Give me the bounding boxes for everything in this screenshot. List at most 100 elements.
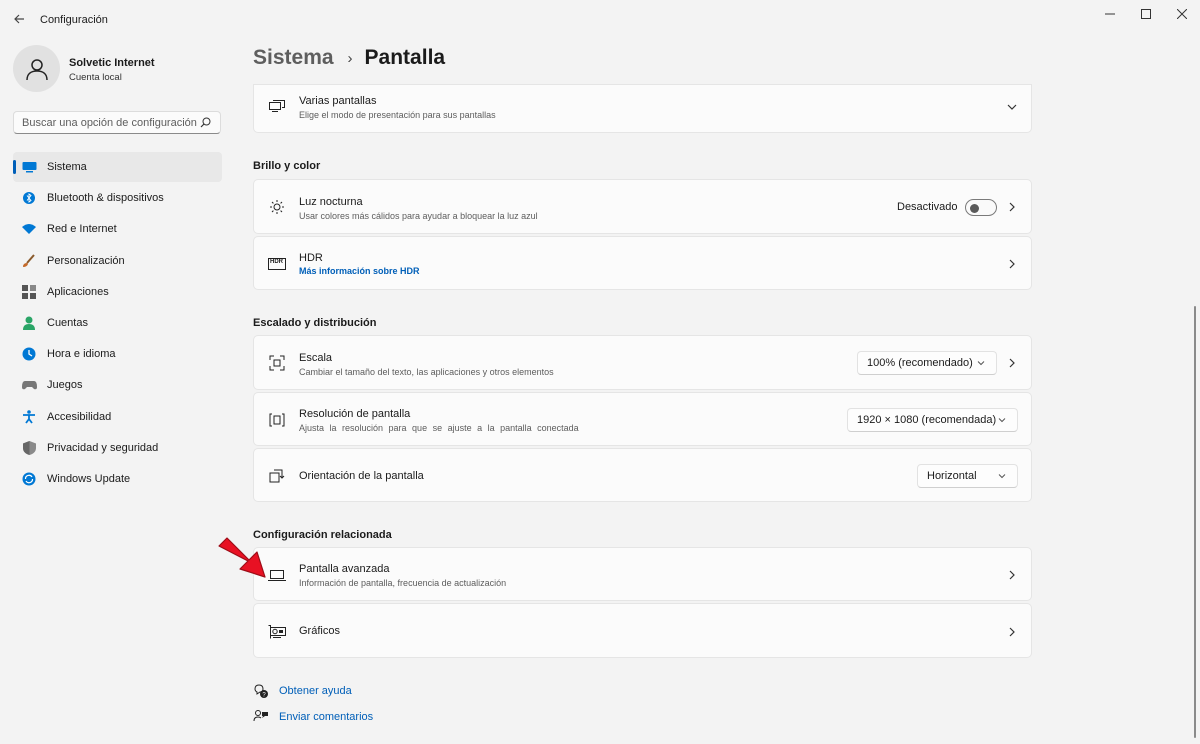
sidebar-item-personalizacion[interactable]: Personalización [13, 246, 222, 276]
card-title: Luz nocturna [299, 196, 363, 208]
card-description: Ajusta la resolución para que se ajuste … [299, 423, 579, 433]
chevron-right-icon[interactable] [1005, 257, 1019, 271]
brightness-icon [268, 198, 286, 216]
maximize-icon [1141, 9, 1151, 19]
globe-icon [21, 346, 37, 362]
chevron-down-icon [977, 361, 985, 366]
orientation-dropdown[interactable]: Horizontal [917, 464, 1018, 488]
card-description: Elige el modo de presentación para sus p… [299, 110, 496, 120]
graphics-card-icon [268, 623, 286, 641]
sidebar-item-windows-update[interactable]: Windows Update [13, 464, 222, 494]
card-title: Orientación de la pantalla [299, 470, 424, 482]
user-name: Solvetic Internet [69, 57, 155, 69]
close-button[interactable] [1162, 4, 1200, 24]
sidebar-item-accesibilidad[interactable]: Accesibilidad [13, 402, 222, 432]
card-varias-pantallas[interactable]: Varias pantallas Elige el modo de presen… [253, 84, 1032, 133]
card-orientacion[interactable]: Orientación de la pantalla Horizontal [253, 448, 1032, 502]
app-title: Configuración [40, 14, 108, 26]
section-escalado: Escalado y distribución [253, 317, 377, 329]
card-escala[interactable]: Escala Cambiar el tamaño del texto, las … [253, 335, 1032, 390]
breadcrumb-separator: › [347, 49, 353, 67]
dropdown-value: Horizontal [927, 470, 977, 482]
update-icon [21, 471, 37, 487]
search-input[interactable]: Buscar una opción de configuración [22, 117, 198, 129]
sidebar-item-cuentas[interactable]: Cuentas [13, 308, 222, 338]
card-graficos[interactable]: Gráficos [253, 603, 1032, 658]
sidebar-item-label: Hora e idioma [47, 348, 116, 361]
search-box[interactable]: Buscar una opción de configuración [13, 111, 221, 134]
sidebar-item-label: Accesibilidad [47, 410, 112, 423]
sidebar-item-sistema[interactable]: Sistema [13, 152, 222, 182]
accessibility-icon [21, 409, 37, 425]
sidebar-item-privacidad[interactable]: Privacidad y seguridad [13, 433, 222, 463]
apps-icon [21, 284, 37, 300]
minimize-icon [1105, 13, 1115, 15]
sidebar-item-bluetooth[interactable]: Bluetooth & dispositivos [13, 183, 222, 213]
card-title: Resolución de pantalla [299, 408, 411, 420]
chevron-right-icon[interactable] [1005, 356, 1019, 370]
sidebar-item-juegos[interactable]: Juegos [13, 370, 222, 400]
wifi-icon [21, 221, 37, 237]
minimize-button[interactable] [1090, 4, 1130, 24]
card-hdr[interactable]: HDR HDR Más información sobre HDR [253, 236, 1032, 290]
resolution-icon [268, 411, 286, 429]
chevron-right-icon[interactable] [1005, 200, 1019, 214]
sidebar-item-label: Sistema [47, 161, 87, 173]
multiple-displays-icon [268, 97, 286, 115]
scale-dropdown[interactable]: 100% (recomendado) [857, 351, 997, 375]
help-icon: ? [253, 683, 269, 699]
maximize-button[interactable] [1126, 4, 1166, 24]
person-icon [21, 315, 37, 331]
bluetooth-icon [21, 190, 37, 206]
hdr-info-link[interactable]: Más información sobre HDR [299, 266, 420, 276]
chevron-down-icon [998, 474, 1006, 479]
toggle-state-label: Desactivado [897, 201, 958, 213]
person-icon [25, 58, 48, 80]
send-feedback-link[interactable]: Enviar comentarios [279, 711, 373, 723]
card-description: Usar colores más cálidos para ayudar a b… [299, 211, 538, 221]
section-brillo: Brillo y color [253, 160, 321, 172]
brush-icon [21, 253, 37, 269]
chevron-right-icon[interactable] [1005, 568, 1019, 582]
get-help-link[interactable]: Obtener ayuda [279, 685, 352, 697]
sidebar-item-label: Privacidad y seguridad [47, 441, 159, 454]
monitor-icon [21, 159, 37, 175]
sidebar-item-hora[interactable]: Hora e idioma [13, 339, 222, 369]
gamepad-icon [21, 377, 37, 393]
card-title: Varias pantallas [299, 95, 377, 107]
red-arrow-annotation [218, 537, 266, 578]
card-title: HDR [299, 252, 323, 264]
breadcrumb: Sistema › Pantalla [253, 46, 445, 70]
back-button[interactable] [8, 8, 30, 30]
avatar[interactable] [13, 45, 60, 92]
back-arrow-icon [14, 14, 24, 24]
card-description: Información de pantalla, frecuencia de a… [299, 578, 507, 588]
sidebar-item-label: Red e Internet [47, 223, 117, 236]
card-luz-nocturna[interactable]: Luz nocturna Usar colores más cálidos pa… [253, 179, 1032, 234]
scrollbar[interactable] [1194, 306, 1196, 738]
card-title: Gráficos [299, 625, 340, 637]
search-icon[interactable] [198, 116, 212, 130]
sidebar-item-aplicaciones[interactable]: Aplicaciones [13, 277, 222, 307]
account-type: Cuenta local [69, 72, 122, 83]
sidebar-item-red[interactable]: Red e Internet [13, 214, 222, 244]
night-light-toggle[interactable] [965, 199, 997, 216]
breadcrumb-parent[interactable]: Sistema [253, 46, 334, 70]
sidebar-nav: Sistema Bluetooth & dispositivos Red e I… [13, 152, 222, 495]
hdr-icon-label: HDR [270, 259, 283, 265]
sidebar-item-label: Personalización [47, 254, 125, 267]
card-pantalla-avanzada[interactable]: Pantalla avanzada Información de pantall… [253, 547, 1032, 601]
card-resolucion[interactable]: Resolución de pantalla Ajusta la resoluc… [253, 392, 1032, 446]
dropdown-value: 1920 × 1080 (recomendada) [857, 414, 997, 426]
chevron-down-icon[interactable] [1005, 100, 1019, 114]
card-title: Pantalla avanzada [299, 563, 390, 575]
resolution-dropdown[interactable]: 1920 × 1080 (recomendada) [847, 408, 1018, 432]
page-title: Pantalla [364, 46, 446, 69]
card-title: Escala [299, 352, 333, 364]
orientation-icon [268, 467, 286, 485]
chevron-right-icon[interactable] [1005, 625, 1019, 639]
sidebar-item-label: Juegos [47, 379, 83, 392]
sidebar-item-label: Windows Update [47, 472, 131, 485]
scale-icon [268, 354, 286, 372]
card-description: Cambiar el tamaño del texto, las aplicac… [299, 367, 554, 377]
